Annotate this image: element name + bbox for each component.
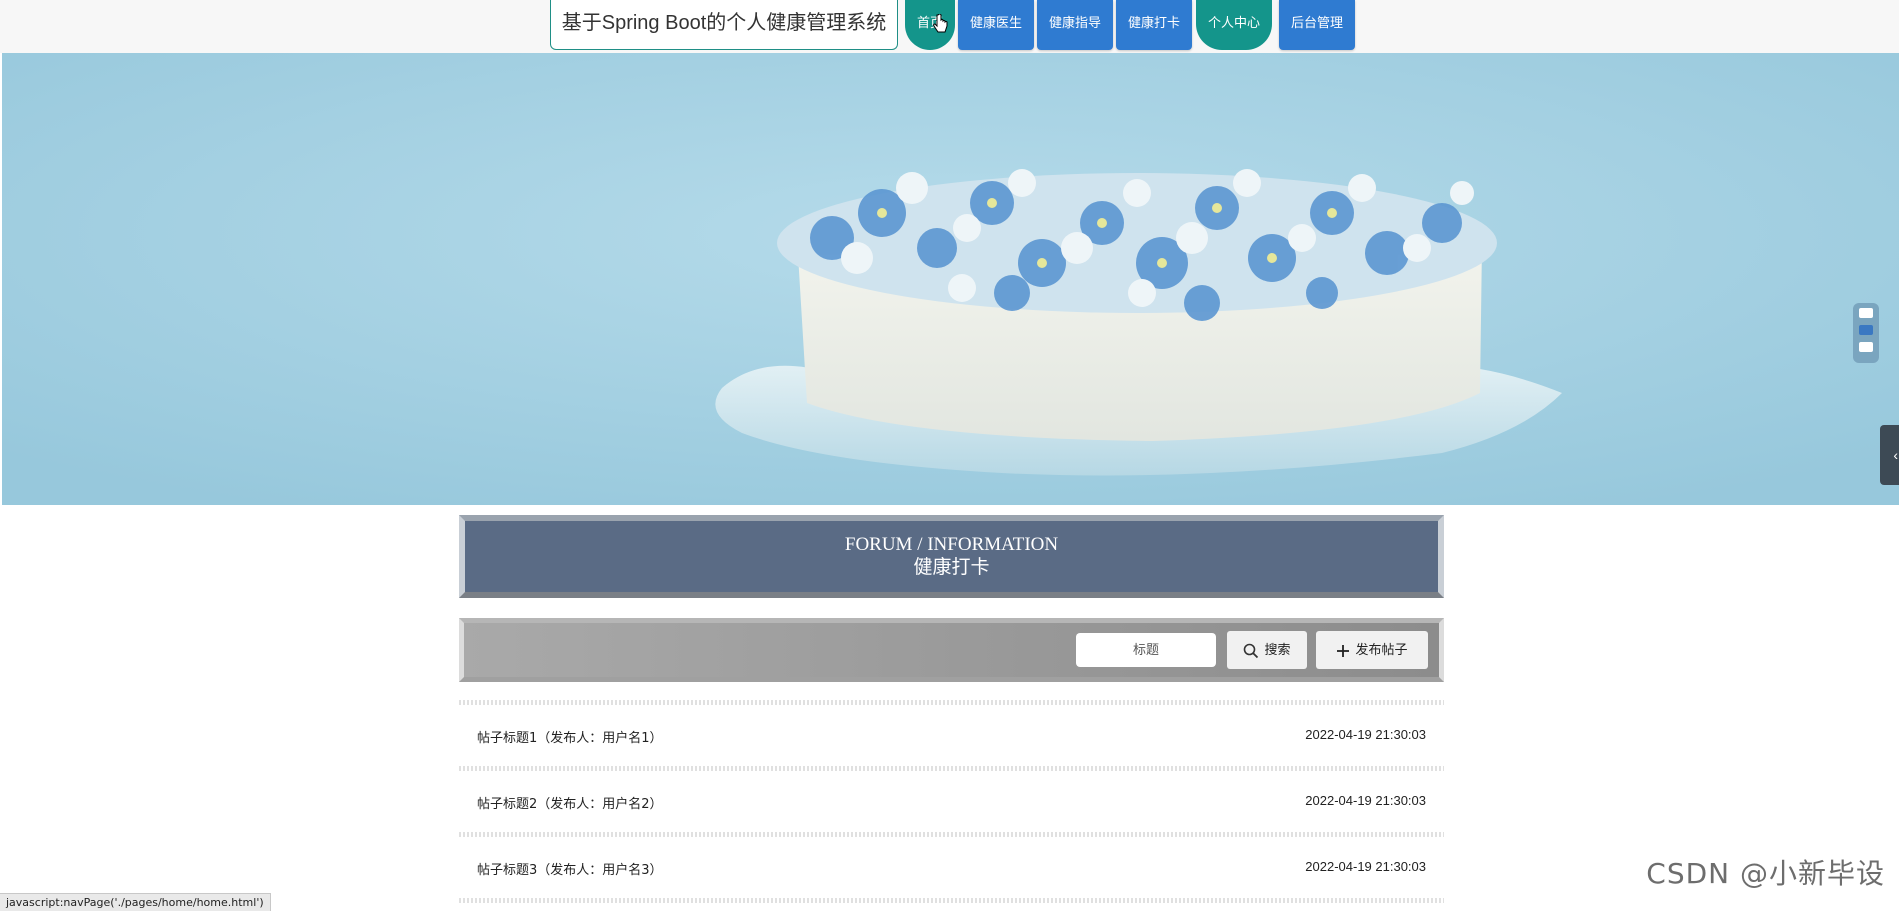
search-toolbar: 搜索 发布帖子 xyxy=(459,618,1444,682)
section-header: FORUM / INFORMATION 健康打卡 xyxy=(459,515,1444,598)
carousel-dot[interactable] xyxy=(1859,342,1873,352)
section-title-en: FORUM / INFORMATION xyxy=(844,534,1059,555)
search-button-label: 搜索 xyxy=(1264,642,1291,657)
post-title[interactable]: 帖子标题2（发布人：用户名2） xyxy=(477,793,663,812)
carousel-dot-active[interactable] xyxy=(1859,325,1873,335)
side-panel-toggle[interactable]: ‹ xyxy=(1880,425,1899,485)
search-icon xyxy=(1244,643,1259,658)
watermark: CSDN @小新毕设 xyxy=(1646,857,1885,890)
post-item[interactable]: 帖子标题2（发布人：用户名2） 2022-04-19 21:30:03 xyxy=(459,771,1444,832)
system-title: 基于Spring Boot的个人健康管理系统 xyxy=(550,0,898,50)
browser-status-bar: javascript:navPage('./pages/home/home.ht… xyxy=(0,893,271,911)
post-title[interactable]: 帖子标题1（发布人：用户名1） xyxy=(477,727,663,746)
top-nav-bar: 基于Spring Boot的个人健康管理系统 首页 健康医生 健康指导 健康打卡… xyxy=(0,0,1899,53)
nav-item-admin[interactable]: 后台管理 xyxy=(1279,0,1355,50)
chevron-left-icon: ‹ xyxy=(1893,447,1898,463)
post-item[interactable]: 帖子标题3（发布人：用户名3） 2022-04-19 21:30:03 xyxy=(459,837,1444,898)
section-title-cn: 健康打卡 xyxy=(913,556,990,578)
nav-item-health-guidance[interactable]: 健康指导 xyxy=(1037,0,1113,50)
list-divider xyxy=(459,898,1444,903)
title-search-input[interactable] xyxy=(1076,633,1216,667)
nav-item-personal-center[interactable]: 个人中心 xyxy=(1196,0,1272,50)
hand-cursor-icon xyxy=(933,14,948,33)
post-item[interactable]: 帖子标题1（发布人：用户名1） 2022-04-19 21:30:03 xyxy=(459,705,1444,766)
nav-item-health-checkin[interactable]: 健康打卡 xyxy=(1116,0,1192,50)
post-date: 2022-04-19 21:30:03 xyxy=(1305,727,1426,742)
carousel-indicator xyxy=(1853,303,1879,363)
post-date: 2022-04-19 21:30:03 xyxy=(1305,793,1426,808)
nav-item-health-doctor[interactable]: 健康医生 xyxy=(958,0,1034,50)
publish-post-button[interactable]: 发布帖子 xyxy=(1316,631,1428,669)
publish-post-label: 发布帖子 xyxy=(1355,642,1408,657)
search-button[interactable]: 搜索 xyxy=(1227,631,1307,669)
plus-icon xyxy=(1337,644,1350,657)
banner-carousel[interactable] xyxy=(2,53,1899,505)
post-date: 2022-04-19 21:30:03 xyxy=(1305,859,1426,874)
post-title[interactable]: 帖子标题3（发布人：用户名3） xyxy=(477,859,663,878)
post-list: 帖子标题1（发布人：用户名1） 2022-04-19 21:30:03 帖子标题… xyxy=(459,700,1444,903)
cake-image xyxy=(2,53,1899,505)
carousel-dot[interactable] xyxy=(1859,308,1873,318)
